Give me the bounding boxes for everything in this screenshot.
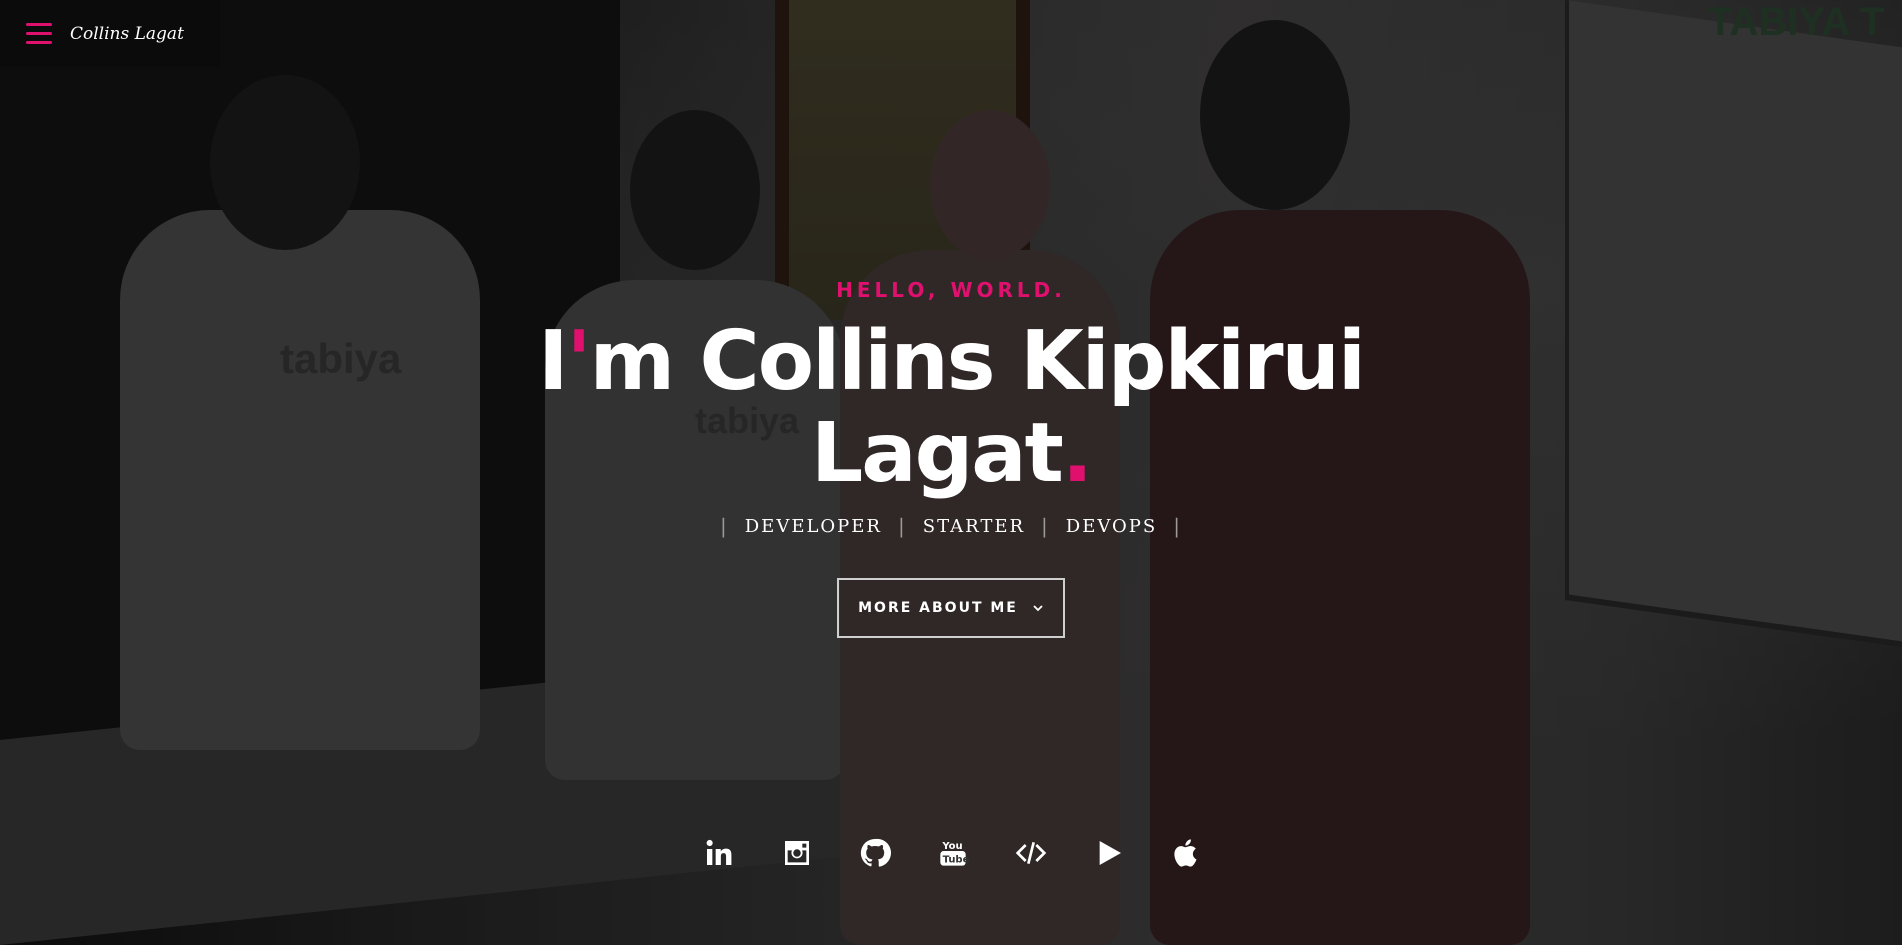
hero-section: TABIYA T tabiya tabiya Collins Lagat HEL…	[0, 0, 1902, 945]
site-name[interactable]: Collins Lagat	[70, 24, 184, 44]
hero-kicker: HELLO, WORLD.	[836, 278, 1066, 302]
role-separator: |	[897, 514, 907, 538]
youtube-icon[interactable]: You Tube	[936, 836, 970, 870]
role-item: DEVELOPER	[744, 515, 882, 537]
apple-icon[interactable]	[1170, 836, 1204, 870]
hero-title-apostrophe: '	[566, 314, 591, 409]
site-header: Collins Lagat	[0, 0, 220, 67]
hero-title-text: m Collins Kipkirui Lagat	[589, 314, 1366, 501]
role-item: STARTER	[922, 515, 1026, 537]
chevron-down-icon	[1033, 605, 1043, 612]
svg-text:You: You	[941, 841, 962, 852]
play-store-icon[interactable]	[1092, 836, 1126, 870]
hero-title: I'm Collins Kipkirui Lagat.	[501, 316, 1401, 500]
github-icon[interactable]	[858, 836, 892, 870]
more-about-me-label: MORE ABOUT ME	[858, 600, 1018, 616]
hamburger-menu-icon[interactable]	[26, 22, 52, 45]
svg-text:Tube: Tube	[943, 855, 969, 866]
hero-title-dot: .	[1061, 406, 1093, 501]
role-separator: |	[720, 514, 729, 538]
role-separator: |	[1173, 514, 1182, 538]
role-item: DEVOPS	[1065, 515, 1158, 537]
role-list: | DEVELOPER | STARTER | DEVOPS |	[0, 514, 1902, 538]
linkedin-icon[interactable]	[702, 836, 736, 870]
hero-title-prefix: I	[537, 314, 568, 409]
more-about-me-button[interactable]: MORE ABOUT ME	[837, 578, 1065, 638]
instagram-icon[interactable]	[780, 836, 814, 870]
hero-content: HELLO, WORLD. I'm Collins Kipkirui Lagat…	[0, 270, 1902, 638]
role-separator: |	[1041, 514, 1050, 538]
code-icon[interactable]	[1014, 836, 1048, 870]
social-links: You Tube	[0, 836, 1902, 870]
